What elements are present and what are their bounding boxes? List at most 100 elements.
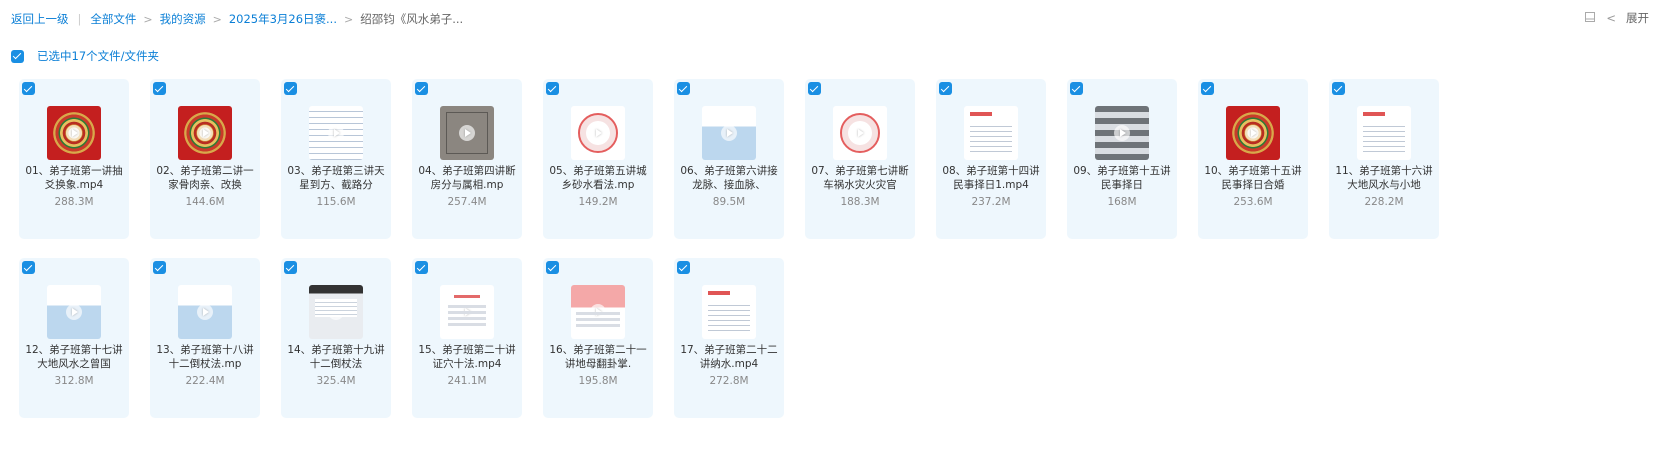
top-bar: 返回上一级 | 全部文件 > 我的资源 > 2025年3月26日褒... > 绍… — [0, 0, 1661, 40]
video-thumbnail — [964, 106, 1018, 160]
file-name: 02、弟子班第二讲一家骨肉亲、改换 — [156, 165, 254, 191]
file-card[interactable]: 03、弟子班第三讲天星到方、截路分 115.6M — [281, 79, 391, 239]
play-icon — [852, 125, 868, 141]
video-thumbnail — [1226, 106, 1280, 160]
video-thumbnail — [178, 285, 232, 339]
file-card[interactable]: 04、弟子班第四讲断房分与属相.mp 257.4M — [412, 79, 522, 239]
file-checkbox[interactable] — [546, 82, 559, 95]
file-size: 188.3M — [840, 196, 880, 208]
file-size: 253.6M — [1233, 196, 1273, 208]
file-name: 01、弟子班第一讲抽爻换象.mp4 — [25, 165, 123, 191]
video-thumbnail — [47, 285, 101, 339]
play-icon — [66, 125, 82, 141]
video-thumbnail — [702, 285, 756, 339]
file-checkbox[interactable] — [1201, 82, 1214, 95]
play-icon — [1114, 125, 1130, 141]
file-checkbox[interactable] — [284, 261, 297, 274]
file-checkbox[interactable] — [1332, 82, 1345, 95]
breadcrumb-current-folder: 绍邵钧《风水弟子... — [360, 12, 464, 26]
chevron-right-icon: > — [143, 12, 153, 26]
breadcrumb-my-resources[interactable]: 我的资源 — [160, 11, 206, 27]
file-grid: 01、弟子班第一讲抽爻换象.mp4 288.3M 02、弟子班第二讲一家骨肉亲、改换… — [19, 79, 1439, 418]
play-icon — [66, 304, 82, 320]
file-card[interactable]: 10、弟子班第十五讲民事择日合婚 253.6M — [1198, 79, 1308, 239]
file-checkbox[interactable] — [677, 261, 690, 274]
file-card[interactable]: 17、弟子班第二十二讲纳水.mp4 272.8M — [674, 258, 784, 418]
play-icon — [721, 304, 737, 320]
file-size: 228.2M — [1364, 196, 1404, 208]
file-card[interactable]: 02、弟子班第二讲一家骨肉亲、改换 144.6M — [150, 79, 260, 239]
video-thumbnail — [440, 106, 494, 160]
play-icon — [197, 304, 213, 320]
file-checkbox[interactable] — [22, 261, 35, 274]
file-name: 04、弟子班第四讲断房分与属相.mp — [418, 165, 516, 191]
file-card[interactable]: 12、弟子班第十七讲大地风水之曾国 312.8M — [19, 258, 129, 418]
chevron-left-icon[interactable]: < — [1606, 11, 1616, 25]
video-thumbnail — [833, 106, 887, 160]
play-icon — [328, 304, 344, 320]
file-card[interactable]: 07、弟子班第七讲断车祸水灾火灾官 188.3M — [805, 79, 915, 239]
file-size: 272.8M — [709, 375, 749, 387]
chevron-right-icon: > — [344, 12, 354, 26]
file-checkbox[interactable] — [153, 261, 166, 274]
file-name: 12、弟子班第十七讲大地风水之曾国 — [25, 344, 123, 370]
file-card[interactable]: 06、弟子班第六讲接龙脉、接血脉、 89.5M — [674, 79, 784, 239]
play-icon — [590, 125, 606, 141]
play-icon — [459, 125, 475, 141]
divider: | — [77, 12, 82, 26]
file-size: 144.6M — [185, 196, 225, 208]
video-thumbnail — [440, 285, 494, 339]
file-checkbox[interactable] — [677, 82, 690, 95]
file-size: 195.8M — [578, 375, 618, 387]
file-size: 241.1M — [447, 375, 487, 387]
file-name: 05、弟子班第五讲城乡砂水看法.mp — [549, 165, 647, 191]
file-size: 222.4M — [185, 375, 225, 387]
file-name: 17、弟子班第二十二讲纳水.mp4 — [680, 344, 778, 370]
video-thumbnail — [1357, 106, 1411, 160]
expand-button[interactable]: 展开 — [1626, 10, 1649, 26]
file-card[interactable]: 01、弟子班第一讲抽爻换象.mp4 288.3M — [19, 79, 129, 239]
file-card[interactable]: 15、弟子班第二十讲证穴十法.mp4 241.1M — [412, 258, 522, 418]
breadcrumb-folder-date[interactable]: 2025年3月26日褒... — [229, 11, 337, 27]
file-checkbox[interactable] — [415, 82, 428, 95]
breadcrumb: 返回上一级 | 全部文件 > 我的资源 > 2025年3月26日褒... > 绍… — [11, 11, 463, 27]
file-name: 08、弟子班第十四讲民事择日1.mp4 — [942, 165, 1040, 191]
play-icon — [1245, 125, 1261, 141]
file-checkbox[interactable] — [153, 82, 166, 95]
file-card[interactable]: 08、弟子班第十四讲民事择日1.mp4 237.2M — [936, 79, 1046, 239]
play-icon — [459, 304, 475, 320]
back-link[interactable]: 返回上一级 — [11, 11, 69, 27]
file-checkbox[interactable] — [284, 82, 297, 95]
breadcrumb-all-files[interactable]: 全部文件 — [90, 11, 136, 27]
file-size: 257.4M — [447, 196, 487, 208]
chevron-right-icon: > — [212, 12, 222, 26]
file-checkbox[interactable] — [22, 82, 35, 95]
video-thumbnail — [309, 285, 363, 339]
file-checkbox[interactable] — [808, 82, 821, 95]
right-toolbar: < 展开 — [1584, 10, 1649, 26]
file-card[interactable]: 05、弟子班第五讲城乡砂水看法.mp 149.2M — [543, 79, 653, 239]
select-all-checkbox[interactable] — [11, 49, 24, 63]
file-card[interactable]: 14、弟子班第十九讲十二倒杖法 325.4M — [281, 258, 391, 418]
file-card[interactable]: 09、弟子班第十五讲民事择日 168M — [1067, 79, 1177, 239]
video-thumbnail — [178, 106, 232, 160]
file-name: 06、弟子班第六讲接龙脉、接血脉、 — [680, 165, 778, 191]
file-checkbox[interactable] — [546, 261, 559, 274]
play-icon — [983, 125, 999, 141]
file-size: 168M — [1107, 196, 1137, 208]
file-name: 13、弟子班第十八讲十二倒杖法.mp — [156, 344, 254, 370]
file-size: 312.8M — [54, 375, 94, 387]
play-icon — [1376, 125, 1392, 141]
play-icon — [590, 304, 606, 320]
panel-icon[interactable] — [1584, 11, 1596, 26]
video-thumbnail — [47, 106, 101, 160]
file-checkbox[interactable] — [1070, 82, 1083, 95]
file-name: 07、弟子班第七讲断车祸水灾火灾官 — [811, 165, 909, 191]
play-icon — [328, 125, 344, 141]
file-checkbox[interactable] — [415, 261, 428, 274]
file-card[interactable]: 16、弟子班第二十一讲地母翻卦掌. 195.8M — [543, 258, 653, 418]
file-checkbox[interactable] — [939, 82, 952, 95]
video-thumbnail — [571, 285, 625, 339]
file-card[interactable]: 13、弟子班第十八讲十二倒杖法.mp 222.4M — [150, 258, 260, 418]
file-card[interactable]: 11、弟子班第十六讲大地风水与小地 228.2M — [1329, 79, 1439, 239]
